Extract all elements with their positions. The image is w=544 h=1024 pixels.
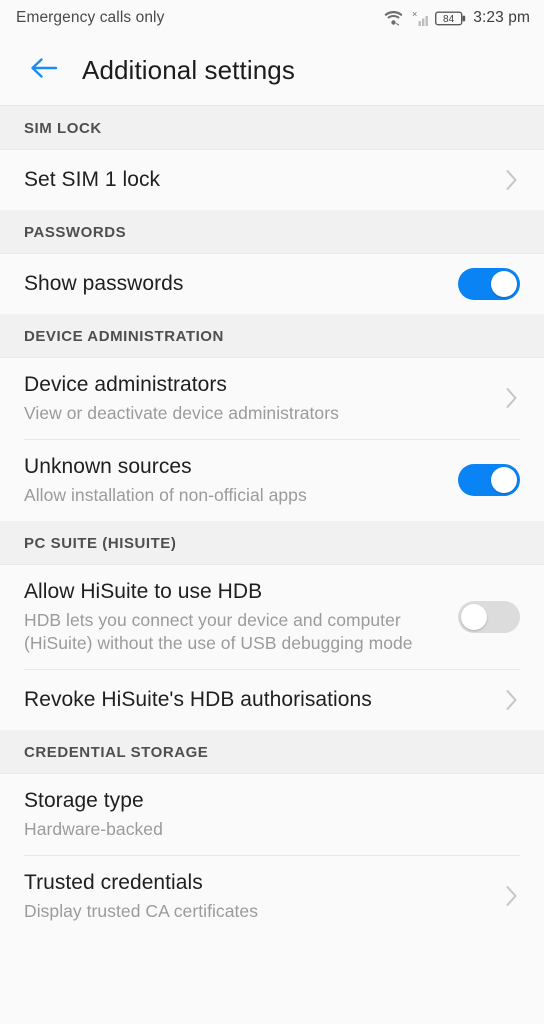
settings-row[interactable]: Trusted credentials Display trusted CA ce… <box>0 855 544 937</box>
settings-row[interactable]: Set SIM 1 lock <box>0 150 544 210</box>
row-subtitle: Allow installation of non-official apps <box>24 484 307 505</box>
section-header: PC SUITE (HISUITE) <box>0 520 544 565</box>
row-text-wrap: Revoke HiSuite's HDB authorisations <box>24 673 482 728</box>
row-subtitle: Hardware-backed <box>24 818 163 839</box>
toggle-switch[interactable] <box>458 464 520 497</box>
battery-level-text: 84 <box>443 14 455 25</box>
toggle-knob <box>491 467 517 494</box>
settings-group: Device administrators View or deactivate … <box>0 358 544 521</box>
chevron-right-icon <box>494 883 520 909</box>
settings-row[interactable]: Allow HiSuite to use HDB HDB lets you con… <box>0 564 544 669</box>
signal-bars-no-service-icon: × <box>408 10 430 27</box>
row-subtitle: HDB lets you connect your device and com… <box>24 609 413 653</box>
row-text-wrap: Show passwords <box>24 257 444 312</box>
phone-screen: Emergency calls only × 84 3:23 pm Additi… <box>0 0 544 1024</box>
carrier-label: Emergency calls only <box>16 9 165 26</box>
chevron-right-icon <box>494 167 520 193</box>
section-header: SIM LOCK <box>0 106 544 150</box>
row-text-wrap: Device administrators View or deactivate … <box>24 358 482 439</box>
row-title: Set SIM 1 lock <box>24 167 161 191</box>
settings-group: Show passwords <box>0 254 544 314</box>
section-header: DEVICE ADMINISTRATION <box>0 314 544 358</box>
toggle-knob <box>461 603 487 630</box>
toggle-switch[interactable] <box>458 268 520 300</box>
row-subtitle: Display trusted CA certificates <box>24 900 258 921</box>
back-button[interactable] <box>22 49 66 93</box>
battery-icon: 84 <box>435 10 467 27</box>
settings-row[interactable]: Show passwords <box>0 254 544 314</box>
status-bar: Emergency calls only × 84 3:23 pm <box>0 0 544 36</box>
toggle-switch[interactable] <box>458 600 520 633</box>
page-title: Additional settings <box>82 55 295 85</box>
settings-list[interactable]: SIM LOCK Set SIM 1 lock PASSWORDS Show pass… <box>0 106 544 1023</box>
settings-row[interactable]: Device administrators View or deactivate … <box>0 358 544 439</box>
row-title: Storage type <box>24 789 144 812</box>
row-text-wrap: Unknown sources Allow installation of non… <box>24 440 444 521</box>
row-subtitle: View or deactivate device administrators <box>24 402 339 423</box>
chevron-right-icon <box>494 687 520 713</box>
row-title: Trusted credentials <box>24 870 203 894</box>
row-text-wrap: Storage type Hardware-backed <box>24 774 520 855</box>
chevron-right-icon <box>494 385 520 411</box>
back-arrow-icon <box>28 54 60 87</box>
app-bar: Additional settings <box>0 36 544 106</box>
row-text-wrap: Trusted credentials Display trusted CA ce… <box>24 856 482 937</box>
row-title: Show passwords <box>24 271 184 295</box>
svg-text:×: × <box>412 10 417 19</box>
toggle-knob <box>491 271 517 297</box>
row-title: Unknown sources <box>24 454 192 478</box>
settings-row[interactable]: Storage type Hardware-backed <box>0 774 544 855</box>
row-title: Revoke HiSuite's HDB authorisations <box>24 687 372 711</box>
settings-row[interactable]: Unknown sources Allow installation of non… <box>0 439 544 521</box>
row-text-wrap: Set SIM 1 lock <box>24 153 482 208</box>
section-header: CREDENTIAL STORAGE <box>0 730 544 774</box>
row-title: Device administrators <box>24 373 227 396</box>
row-text-wrap: Allow HiSuite to use HDB HDB lets you con… <box>24 565 444 669</box>
wifi-icon <box>384 10 403 26</box>
settings-group: Allow HiSuite to use HDB HDB lets you con… <box>0 564 544 730</box>
settings-group: Set SIM 1 lock <box>0 150 544 210</box>
settings-row[interactable]: Revoke HiSuite's HDB authorisations <box>0 670 544 730</box>
clock-label: 3:23 pm <box>473 9 530 26</box>
section-header: PASSWORDS <box>0 210 544 254</box>
row-title: Allow HiSuite to use HDB <box>24 579 263 603</box>
settings-group: Storage type Hardware-backed Trusted crede… <box>0 774 544 937</box>
